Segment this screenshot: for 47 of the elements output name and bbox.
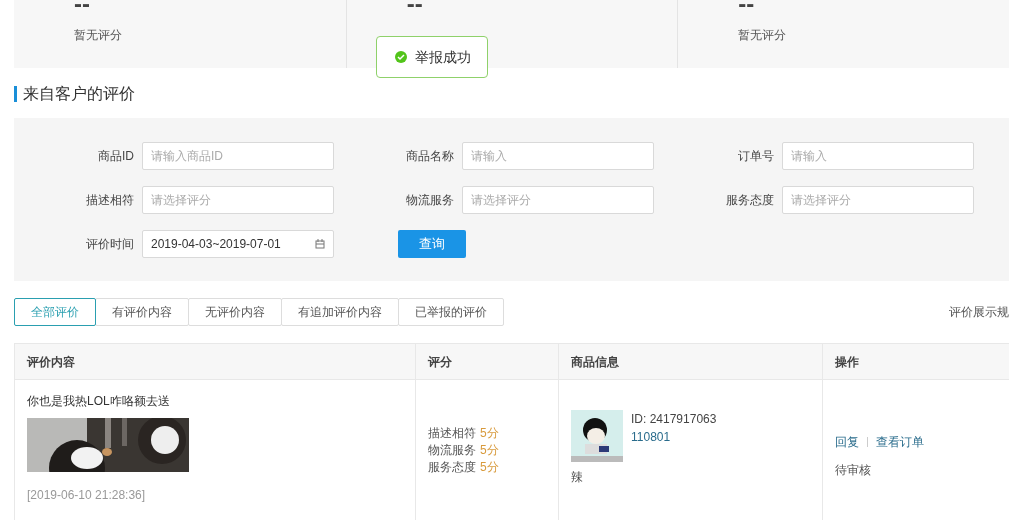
check-icon bbox=[395, 51, 407, 63]
rules-link[interactable]: 评价展示规 bbox=[949, 303, 1009, 321]
filter-label: 商品名称 bbox=[406, 148, 454, 165]
action-link[interactable]: 回复 bbox=[835, 433, 859, 451]
section-title: 来自客户的评价 bbox=[23, 84, 135, 104]
review-time: [2019-06-10 21:28:36] bbox=[27, 487, 147, 504]
filter-label: 评价时间 bbox=[86, 236, 134, 253]
filter-label: 服务态度 bbox=[726, 192, 774, 209]
stat-value: -- bbox=[738, 0, 756, 12]
filter-tab[interactable]: 有评价内容 bbox=[95, 298, 189, 326]
stat-value: -- bbox=[406, 0, 424, 12]
column-header: 评价内容 bbox=[27, 353, 75, 371]
filter-label: 物流服务 bbox=[406, 192, 454, 209]
score-value: 5分 bbox=[480, 424, 499, 442]
filter-label: 描述相符 bbox=[86, 192, 134, 209]
input-field[interactable]: 请选择评分 bbox=[142, 186, 334, 214]
filter-tab[interactable]: 无评价内容 bbox=[188, 298, 282, 326]
input-field[interactable]: 请选择评分 bbox=[782, 186, 974, 214]
column-header: 评分 bbox=[428, 353, 452, 371]
filter-label: 商品ID bbox=[98, 148, 134, 165]
date-range-field[interactable]: 2019-04-03~2019-07-01 bbox=[142, 230, 334, 258]
action-link[interactable]: 查看订单 bbox=[876, 433, 924, 451]
product-code[interactable]: 110801 bbox=[631, 428, 717, 446]
avatar-icon bbox=[571, 410, 623, 462]
score-value: 5分 bbox=[480, 441, 499, 459]
stat-label: 暂无评分 bbox=[74, 27, 123, 44]
column-header: 操作 bbox=[835, 353, 859, 371]
column-header: 商品信息 bbox=[571, 353, 619, 371]
input-field[interactable]: 请选择评分 bbox=[462, 186, 654, 214]
input-field[interactable]: 请输入商品ID bbox=[142, 142, 334, 170]
calendar-icon bbox=[315, 239, 325, 249]
filter-tab[interactable]: 有追加评价内容 bbox=[281, 298, 399, 326]
score-value: 5分 bbox=[480, 458, 499, 476]
filter-label: 订单号 bbox=[738, 148, 774, 165]
product-id: ID: 2417917063 bbox=[631, 411, 717, 428]
score-label: 物流服务 bbox=[428, 441, 476, 459]
filter-tab[interactable]: 已举报的评价 bbox=[398, 298, 504, 326]
status-text: 待审核 bbox=[835, 462, 872, 479]
toast-text: 举报成功 bbox=[415, 47, 471, 67]
product-name: 辣 bbox=[571, 469, 584, 486]
score-label: 服务态度 bbox=[428, 458, 476, 476]
input-field[interactable]: 请输入 bbox=[462, 142, 654, 170]
review-text: 你也是我热LOL咋咯额去送 bbox=[27, 393, 171, 410]
stat-label: 暂无评分 bbox=[738, 27, 788, 44]
input-field[interactable]: 请输入 bbox=[782, 142, 974, 170]
score-label: 描述相符 bbox=[428, 424, 476, 442]
stat-value: -- bbox=[74, 0, 91, 12]
